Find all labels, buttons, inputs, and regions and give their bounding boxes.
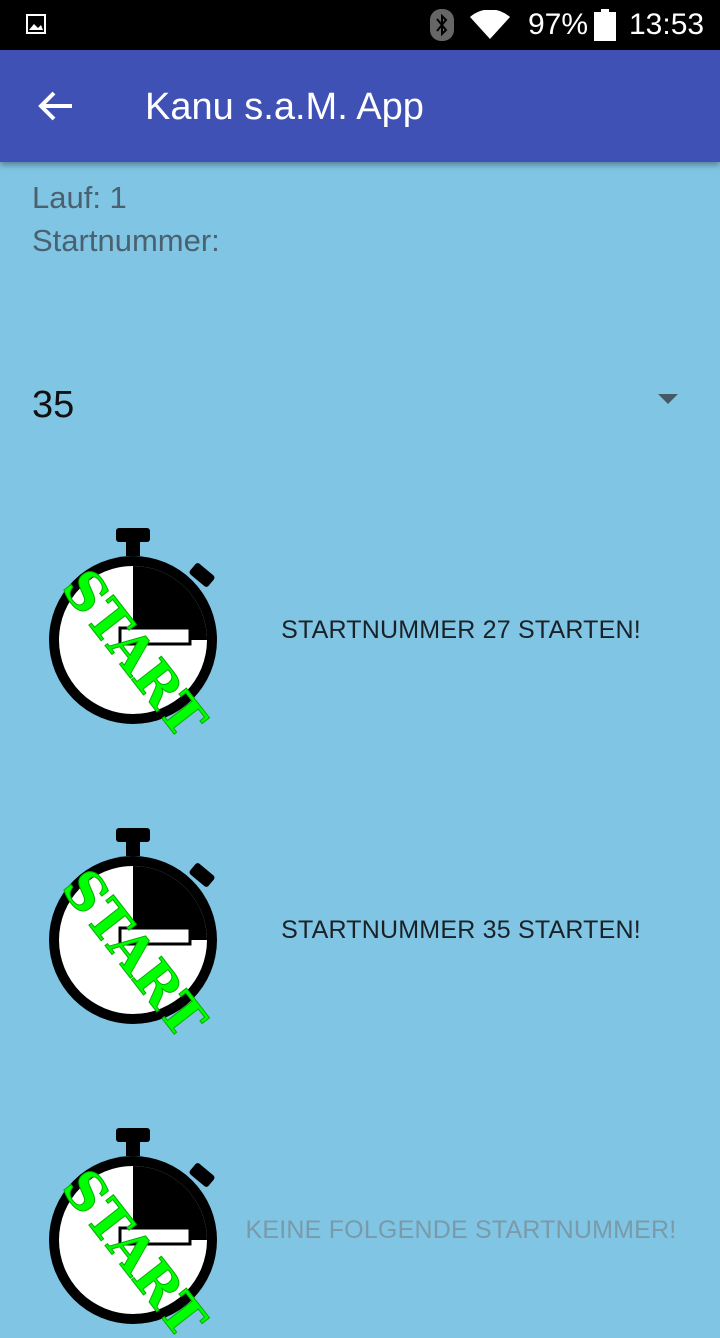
stopwatch-start-icon: START — [49, 1128, 218, 1338]
start-button-label: KEINE FOLGENDE STARTNUMMER! — [245, 1216, 677, 1244]
start-button-label: STARTNUMMER 35 STARTEN! — [281, 916, 641, 944]
back-button[interactable] — [24, 78, 88, 134]
stopwatch-start-icon: START — [49, 528, 218, 738]
wifi-icon — [470, 10, 510, 39]
app-title: Kanu s.a.M. App — [145, 86, 424, 128]
stopwatch-start-icon: START — [49, 828, 218, 1038]
start-button-27[interactable]: START STARTNUMMER 27 STARTEN! — [0, 528, 720, 738]
image-notification-icon — [26, 14, 46, 34]
dropdown-arrow-icon — [658, 394, 678, 404]
clock: 13:53 — [629, 8, 705, 41]
startnummer-label: Startnummer: — [32, 223, 220, 258]
start-button-35[interactable]: START STARTNUMMER 35 STARTEN! — [0, 828, 720, 1038]
startnummer-spinner[interactable]: 35 — [20, 360, 700, 450]
status-bar: 97% 13:53 — [0, 0, 720, 50]
battery-icon — [594, 9, 616, 41]
app-bar: Kanu s.a.M. App — [0, 50, 720, 162]
start-button-next[interactable]: START KEINE FOLGENDE STARTNUMMER! — [0, 1128, 720, 1338]
spinner-selected-value: 35 — [32, 384, 75, 426]
start-button-label: STARTNUMMER 27 STARTEN! — [281, 616, 641, 644]
arrow-left-icon — [38, 91, 72, 121]
battery-percent: 97% — [528, 8, 589, 41]
lauf-label: Lauf: 1 — [32, 180, 127, 215]
bluetooth-icon — [430, 9, 454, 41]
